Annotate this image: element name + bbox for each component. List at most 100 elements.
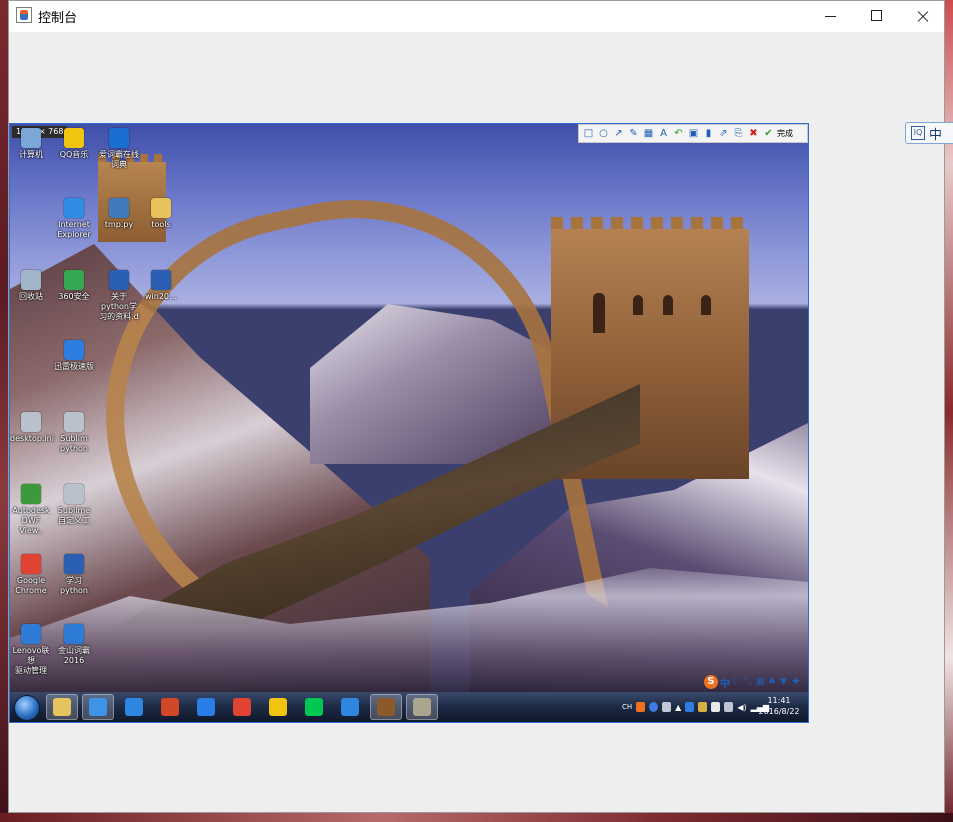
desktop-icon[interactable]: desktop.ini bbox=[10, 412, 54, 444]
desktop-icon[interactable]: QQ音乐 bbox=[53, 128, 95, 160]
desktop-icon[interactable]: win20… bbox=[140, 270, 182, 302]
sogou-logo-icon: S bbox=[704, 675, 718, 689]
tray-app-icon[interactable] bbox=[698, 702, 708, 712]
computer-icon bbox=[21, 128, 41, 148]
punctuation-icon[interactable]: °, bbox=[744, 677, 754, 687]
desktop-icon[interactable]: Internet Explorer bbox=[53, 198, 95, 240]
mosaic-tool-icon[interactable]: ▦ bbox=[642, 127, 655, 140]
desktop-icon-label: 360安全 bbox=[58, 292, 90, 301]
desktop-icon[interactable]: Google Chrome bbox=[10, 554, 52, 596]
skin-icon[interactable]: ♣ bbox=[768, 677, 778, 687]
file-icon bbox=[64, 484, 84, 504]
minimize-button[interactable] bbox=[808, 1, 854, 32]
contacts-icon bbox=[341, 698, 359, 716]
taskbar-app-browser[interactable] bbox=[190, 694, 222, 720]
shirt-icon[interactable]: ▼ bbox=[780, 677, 790, 687]
text-tool-icon[interactable]: A bbox=[657, 127, 670, 140]
pen-tool-icon[interactable]: ✎ bbox=[627, 127, 640, 140]
tower-window bbox=[701, 295, 711, 315]
title-bar[interactable]: 控制台 bbox=[9, 1, 944, 32]
taskbar-clock[interactable]: 11:41 2016/8/22 bbox=[755, 695, 803, 717]
desktop-icon-label: Sublime 自定义工 bbox=[57, 506, 91, 525]
desktop-icon[interactable]: 金山词霸 2016 bbox=[53, 624, 95, 666]
security-shield-icon[interactable] bbox=[685, 702, 695, 712]
cancel-icon[interactable]: ✖ bbox=[747, 127, 760, 140]
keyboard-icon[interactable]: ▦ bbox=[756, 677, 766, 687]
desktop-icon[interactable]: 计算机 bbox=[10, 128, 52, 160]
thunder-icon bbox=[64, 340, 84, 360]
taskbar: CH ▲ ◀) ▂▄▆ 11:41 2016/8/22 bbox=[10, 692, 808, 722]
desktop-icon[interactable]: 迅雷极速版 bbox=[53, 340, 95, 372]
desktop-icon[interactable]: Lenovo联想 驱动管理 bbox=[10, 624, 52, 676]
share-icon[interactable]: ⇗ bbox=[717, 127, 730, 140]
file-icon bbox=[64, 412, 84, 432]
taskbar-app-game[interactable] bbox=[370, 694, 402, 720]
desktop-icon-label: tmp.py bbox=[104, 220, 134, 229]
wrench-icon[interactable]: ✚ bbox=[792, 677, 802, 687]
taskbar-app-chrome[interactable] bbox=[226, 694, 258, 720]
desktop-icon[interactable]: Sublime 自定义工 bbox=[53, 484, 95, 526]
ini-file-icon bbox=[21, 412, 41, 432]
rectangle-tool-icon[interactable]: □ bbox=[582, 127, 595, 140]
clipboard-icon[interactable] bbox=[711, 702, 721, 712]
desktop-icon-label: win20… bbox=[144, 292, 177, 301]
confirm-icon[interactable]: ✔ bbox=[762, 127, 775, 140]
taskbar-app-powerpoint[interactable] bbox=[154, 694, 186, 720]
taskbar-app-iqiyi[interactable] bbox=[298, 694, 330, 720]
system-tray: CH ▲ ◀) ▂▄▆ bbox=[622, 696, 769, 718]
taskbar-app-archive[interactable] bbox=[406, 694, 438, 720]
ime-mode-label[interactable]: 中 bbox=[720, 675, 730, 690]
desktop-icon-label: Google Chrome bbox=[15, 576, 47, 595]
power-icon[interactable] bbox=[724, 702, 734, 712]
taskbar-app-contacts[interactable] bbox=[334, 694, 366, 720]
screenshot-capture-area[interactable]: 1366 × 768 □ ○ ↗ ✎ ▦ A ↶ ▣ ▮ ⇗ ⎘ ✖ ✔ 完成 … bbox=[9, 123, 809, 723]
start-button[interactable] bbox=[14, 695, 40, 721]
recycle-bin-icon bbox=[21, 270, 41, 290]
desktop-icon[interactable]: 爱词霸在线 词典 bbox=[98, 128, 140, 170]
taskbar-app-explorer[interactable] bbox=[46, 694, 78, 720]
maximize-button[interactable] bbox=[854, 1, 900, 32]
close-button[interactable] bbox=[900, 1, 946, 32]
desktop-icon[interactable]: 学习 python bbox=[53, 554, 95, 596]
sogou-ime-bar[interactable]: S 中 ☾ °, ▦ ♣ ▼ ✚ bbox=[704, 674, 802, 690]
desktop-icon[interactable]: Autodesk DWF View.. bbox=[10, 484, 52, 536]
moon-icon[interactable]: ☾ bbox=[732, 677, 742, 687]
copy-icon[interactable]: ▣ bbox=[687, 127, 700, 140]
sogou-tray-icon[interactable] bbox=[636, 702, 646, 712]
taskbar-app-ie[interactable] bbox=[82, 694, 114, 720]
desktop-icon[interactable]: 360安全 bbox=[53, 270, 95, 302]
python-file-icon bbox=[109, 198, 129, 218]
arrow-tool-icon[interactable]: ↗ bbox=[612, 127, 625, 140]
desktop-icon[interactable]: 回收站 bbox=[10, 270, 52, 302]
desktop-icon[interactable]: Sublim python bbox=[53, 412, 95, 454]
done-label[interactable]: 完成 bbox=[777, 128, 793, 139]
chrome-icon bbox=[233, 698, 251, 716]
help-icon[interactable] bbox=[649, 702, 659, 712]
ime-toolbox-icon[interactable]: IQ bbox=[911, 126, 925, 140]
taskbar-app-bird[interactable] bbox=[118, 694, 150, 720]
floating-ime-widget[interactable]: IQ 中 bbox=[905, 122, 953, 144]
volume-icon[interactable]: ◀) bbox=[737, 703, 746, 712]
ime-language-label[interactable]: 中 bbox=[929, 124, 942, 143]
ellipse-tool-icon[interactable]: ○ bbox=[597, 127, 610, 140]
desktop-icon-label: 迅雷极速版 bbox=[54, 362, 94, 371]
undo-icon[interactable]: ↶ bbox=[672, 127, 685, 140]
show-hidden-icons-icon[interactable]: ▲ bbox=[675, 703, 681, 712]
save-icon[interactable]: ⎘ bbox=[732, 127, 745, 140]
taskbar-app-qqmusic[interactable] bbox=[262, 694, 294, 720]
browser-icon bbox=[197, 698, 215, 716]
tower-door bbox=[593, 293, 605, 333]
word-doc-icon bbox=[151, 270, 171, 290]
language-indicator[interactable]: CH bbox=[622, 703, 632, 711]
desktop-icon[interactable]: 关于python学 习的资料.d bbox=[98, 270, 140, 322]
kingsoft-icon bbox=[64, 624, 84, 644]
tray-icon[interactable] bbox=[662, 702, 672, 712]
desktop-icon[interactable]: tmp.py bbox=[98, 198, 140, 230]
desktop-icon-label: Autodesk DWF View.. bbox=[12, 506, 50, 535]
desktop-icon-label: 金山词霸 2016 bbox=[58, 646, 90, 665]
desktop-icon-label: 计算机 bbox=[19, 150, 43, 159]
desktop-icon[interactable]: tools bbox=[140, 198, 182, 230]
pin-icon[interactable]: ▮ bbox=[702, 127, 715, 140]
game-icon bbox=[377, 698, 395, 716]
desktop-icon-label: Sublim python bbox=[60, 434, 88, 453]
